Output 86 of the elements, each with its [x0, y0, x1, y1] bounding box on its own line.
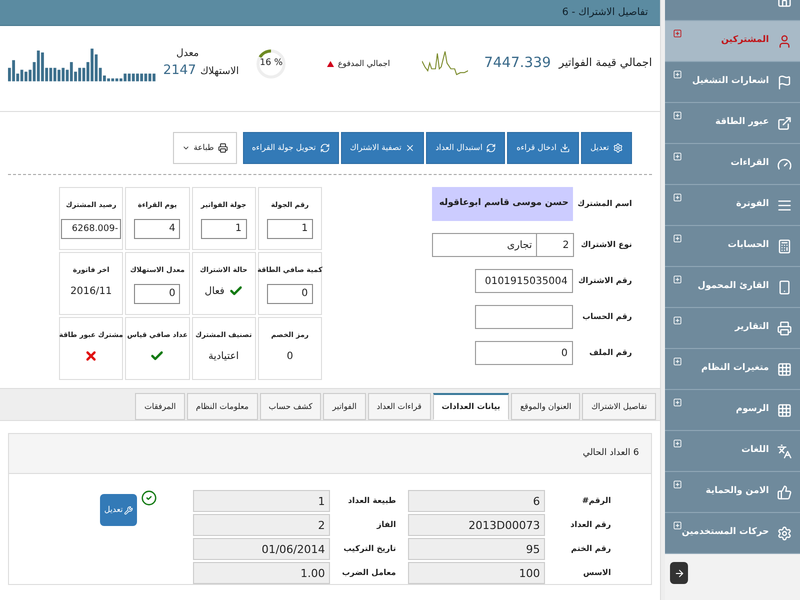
tab[interactable]: العنوان والموقع [511, 393, 580, 420]
action-button[interactable]: تصفية الاشتراك [340, 132, 424, 164]
refresh-icon [486, 143, 496, 153]
download-icon [560, 143, 570, 153]
action-button[interactable]: ادخال قراءه [507, 132, 580, 164]
info-field[interactable]: 1 [200, 218, 247, 238]
info-field[interactable]: 1 [266, 218, 313, 238]
form-field[interactable] [474, 305, 573, 329]
tab[interactable]: قراءات العداد [368, 393, 431, 420]
field-label: الاسس [582, 567, 611, 579]
stat-value: 7447.339 [484, 54, 551, 73]
tab[interactable]: المرفقات [135, 393, 185, 420]
grid-icon [777, 362, 792, 376]
field-label: رقم الملف [588, 347, 632, 359]
info-value: اعتيادية [208, 350, 239, 364]
percent-text: % 16 [258, 56, 284, 70]
refresh-icon [320, 143, 330, 153]
meter-field[interactable]: 100 [408, 562, 545, 584]
info-field[interactable]: 0 [266, 284, 313, 304]
tab[interactable]: تفاصيل الاشتراك [582, 393, 656, 420]
user-icon [777, 34, 792, 48]
meter-field[interactable]: 2013D00073 [408, 514, 545, 536]
grid-icon [777, 402, 792, 418]
arrow-button[interactable] [670, 562, 688, 584]
meter-field[interactable]: 2 [193, 514, 330, 536]
tab[interactable]: معلومات النظام [186, 393, 258, 420]
meter-field[interactable]: 01/06/2014 [193, 538, 330, 560]
info-field[interactable]: 0 [134, 284, 180, 304]
field-label: رقم الختم [570, 543, 611, 555]
calculator-icon [777, 238, 792, 254]
field-label: الفاز [376, 519, 396, 531]
info-field[interactable]: 4 [134, 218, 180, 238]
info-value: فعال [204, 284, 225, 298]
field-label: نوع الاشتراك [580, 239, 632, 251]
external-link-icon [777, 116, 792, 130]
field-label: طبيعة العداد [347, 495, 396, 507]
wrench-icon [124, 506, 133, 514]
stat-label: معدل [176, 47, 199, 62]
field-label: الرقم# [581, 495, 611, 507]
tab[interactable]: الفواتير [323, 393, 366, 420]
field-label: رقم الحساب [581, 311, 632, 323]
gauge-icon [777, 156, 792, 172]
field-label: اسم المشترك [576, 198, 632, 210]
flag-icon [777, 74, 792, 90]
stat-value: 2147 [163, 62, 196, 80]
tab[interactable]: كشف حساب [260, 393, 322, 420]
form-field[interactable]: 0 [474, 341, 573, 365]
settings-icon [613, 143, 623, 153]
type-name-field[interactable]: تجارى [432, 233, 536, 257]
settings-icon [777, 526, 792, 540]
window-title: تفاصيل الاشتراك - 6 [562, 6, 648, 20]
panel-heading: 6 العداد الحالي [582, 446, 639, 460]
meter-field[interactable]: 6 [408, 490, 545, 512]
print-dropdown[interactable]: طباعة [172, 132, 237, 164]
info-value: 2016/11 [70, 284, 112, 298]
form-field[interactable]: 0101915035004 [474, 269, 573, 293]
info-value: 0 [286, 350, 294, 364]
action-button[interactable]: تحويل جولة القراءه [242, 132, 339, 164]
language-icon [777, 444, 792, 458]
tab[interactable]: بيانات العدادات [432, 393, 510, 420]
thumbs-up-icon [777, 484, 792, 500]
arrow-icon [674, 568, 684, 578]
stat-label: اجمالي قيمة الفواتير [558, 55, 652, 72]
expand-icon[interactable] [673, 29, 682, 38]
stat-label: اجمالي المدفوع [338, 58, 390, 70]
field-label: تاريخ التركيب [342, 543, 396, 555]
stat-label: الاستهلاك [200, 64, 239, 78]
printer-icon [218, 143, 228, 153]
triangle-up-icon [326, 60, 334, 66]
meter-field[interactable]: 1.00 [193, 562, 330, 584]
caret-icon [182, 144, 190, 152]
action-button[interactable]: تعديل [581, 132, 632, 164]
subscriber-name-field[interactable]: حسن موسى قاسم ابوعاقوله [432, 187, 573, 221]
list-icon [777, 198, 792, 212]
field-label: رقم العداد [569, 519, 611, 531]
meter-field[interactable]: 95 [408, 538, 545, 560]
action-button[interactable]: استبدال العداد [426, 132, 506, 164]
field-label: رقم الاشتراك [577, 275, 632, 287]
field-label: معامل الضرب [341, 567, 396, 579]
printer-icon [777, 320, 792, 336]
info-field[interactable]: 6268.009- [61, 218, 122, 238]
meter-field[interactable]: 1 [193, 490, 330, 512]
phone-icon [777, 280, 792, 294]
type-code-field[interactable]: 2 [536, 233, 574, 257]
edit-button[interactable]: تعديل [100, 494, 137, 526]
close-icon [405, 143, 416, 153]
